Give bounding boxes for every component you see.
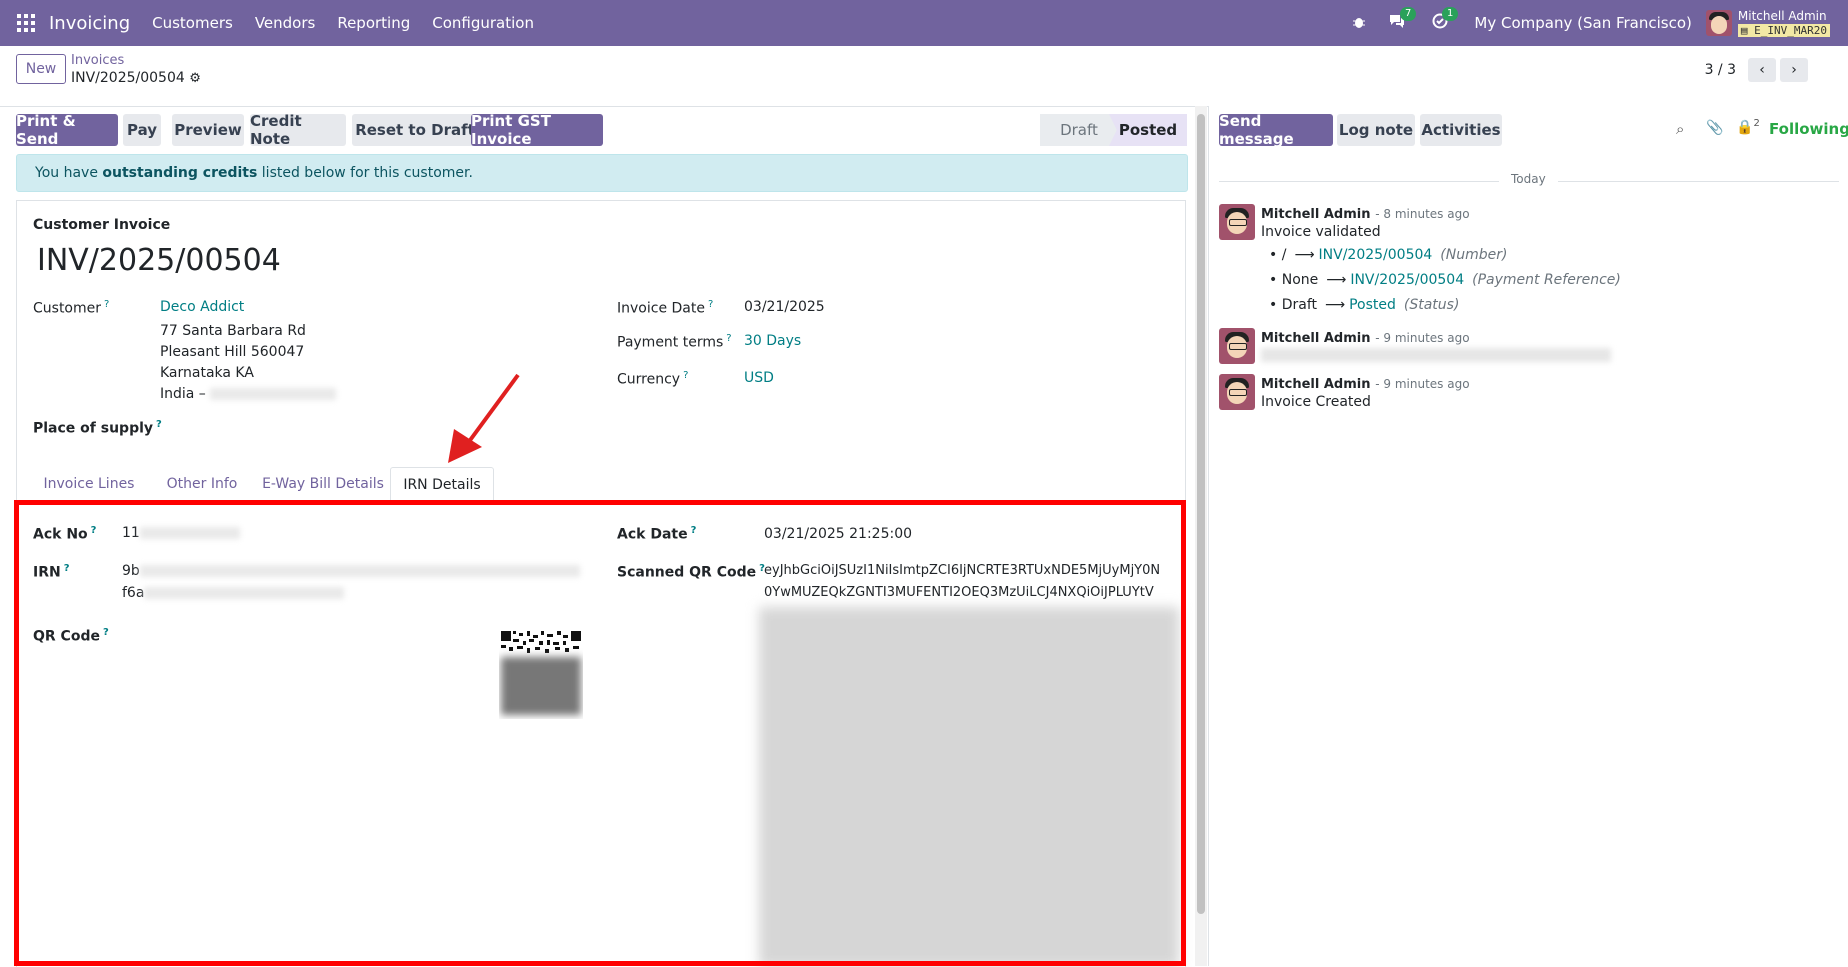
activities-icon[interactable]: 1 [1432,7,1459,33]
log-note-button[interactable]: Log note [1337,114,1415,146]
move-type-label: Customer Invoice [33,217,171,233]
message-body: Invoice validated [1261,224,1381,240]
message-author[interactable]: Mitchell Admin [1261,207,1370,222]
message-body: Invoice Created [1261,394,1371,410]
pager-previous-icon[interactable]: ‹ [1748,58,1776,82]
gear-icon[interactable]: ⚙ [189,71,201,86]
payment-terms-label: Payment terms? [617,333,732,351]
user-menu[interactable]: Mitchell Admin ▤ E_INV_MAR20 [1737,8,1830,38]
app-menu-icon[interactable] [17,14,35,32]
top-navbar: Invoicing Customers Vendors Reporting Co… [0,0,1848,46]
address-line-2: Pleasant Hill 560047 [160,344,305,360]
tracking-row: • Draft ⟶ Posted (Status) [1269,297,1460,313]
menu-configuration[interactable]: Configuration [432,14,534,32]
breadcrumb-invoices[interactable]: Invoices [71,53,124,68]
annotation-arrow-icon [448,373,520,463]
message-body-redacted [1261,348,1611,362]
message-author[interactable]: Mitchell Admin [1261,377,1370,392]
message-time: - 9 minutes ago [1375,377,1470,391]
currency-field[interactable]: USD [744,370,774,386]
pager-value[interactable]: 3 / 3 [1705,62,1736,78]
address-line-4: India – [160,386,337,402]
menu-vendors[interactable]: Vendors [255,14,316,32]
address-line-3: Karnataka KA [160,365,254,381]
message-time: - 9 minutes ago [1375,331,1470,345]
scrollbar-thumb[interactable] [1197,114,1205,914]
preview-button[interactable]: Preview [172,114,244,146]
tab-e-way-bill-details[interactable]: E-Way Bill Details [261,467,385,501]
credit-note-button[interactable]: Credit Note [250,112,346,148]
message-avatar[interactable] [1219,328,1255,364]
address-line-1: 77 Santa Barbara Rd [160,323,306,339]
company-switcher[interactable]: My Company (San Francisco) [1474,14,1691,32]
bug-icon[interactable] [1352,14,1366,33]
invoice-date-field[interactable]: 03/21/2025 [744,299,825,315]
irn-highlight-box [14,500,1186,966]
notebook-tabs: Invoice Lines Other Info E-Way Bill Deta… [17,467,1185,503]
print-gst-invoice-button[interactable]: Print GST Invoice [471,112,603,148]
payment-terms-field[interactable]: 30 Days [744,333,801,349]
message-avatar[interactable] [1219,374,1255,410]
form-statusbar: Print & Send Pay Preview Credit Note Res… [16,112,1188,148]
tab-other-info[interactable]: Other Info [161,467,243,501]
customer-label: Customer? [33,299,110,317]
user-avatar[interactable] [1705,10,1732,36]
pager: 3 / 3 ‹ › [1705,58,1808,82]
messages-count-badge: 7 [1400,7,1417,21]
pay-button[interactable]: Pay [123,114,161,146]
outstanding-credits-link[interactable]: outstanding credits [102,165,257,181]
tracking-row: • None ⟶ INV/2025/00504 (Payment Reference) [1269,272,1621,288]
stage-draft[interactable]: Draft [1040,114,1118,146]
activities-count-badge: 1 [1442,7,1459,21]
chatter-panel: Send message Log note Activities ⌕ 📎 🔒2 … [1208,106,1848,966]
message-author[interactable]: Mitchell Admin [1261,331,1370,346]
message-header: Mitchell Admin - 9 minutes ago [1261,328,1470,346]
place-of-supply-label: Place of supply? [33,419,162,437]
form-scrollbar[interactable] [1195,106,1207,966]
messages-icon[interactable]: 7 [1388,7,1417,33]
invoice-number: INV/2025/00504 [37,243,281,278]
menu-reporting[interactable]: Reporting [337,14,410,32]
control-panel: New Invoices INV/2025/00504 ⚙ 3 / 3 ‹ › [0,46,1848,107]
customer-field[interactable]: Deco Addict [160,299,244,315]
currency-label: Currency? [617,370,689,388]
followers-count: 2 [1753,118,1760,129]
app-name[interactable]: Invoicing [49,13,130,34]
new-button[interactable]: New [16,54,66,84]
day-separator: Today [1499,172,1558,186]
paperclip-icon[interactable]: 📎 [1706,120,1723,136]
menu-customers[interactable]: Customers [152,14,233,32]
search-icon[interactable]: ⌕ [1676,120,1684,138]
following-button[interactable]: Following [1769,120,1848,138]
breadcrumb-current: INV/2025/00504 ⚙ [71,70,201,86]
database-name: ▤ E_INV_MAR20 [1737,23,1830,37]
print-send-button[interactable]: Print & Send [16,112,118,148]
message-avatar[interactable] [1219,204,1255,240]
tab-irn-details[interactable]: IRN Details [390,467,494,503]
tracking-row: • / ⟶ INV/2025/00504 (Number) [1269,247,1508,263]
activities-button[interactable]: Activities [1420,114,1502,146]
message-header: Mitchell Admin - 8 minutes ago [1261,204,1470,222]
user-name: Mitchell Admin [1737,8,1827,23]
invoice-date-label: Invoice Date? [617,299,714,317]
send-message-button[interactable]: Send message [1219,112,1333,148]
reset-to-draft-button[interactable]: Reset to Draft [352,114,478,146]
tab-invoice-lines[interactable]: Invoice Lines [33,467,145,501]
message-time: - 8 minutes ago [1375,207,1470,221]
message-header: Mitchell Admin - 9 minutes ago [1261,374,1470,392]
followers-icon[interactable]: 🔒2 [1736,118,1760,136]
pager-next-icon[interactable]: › [1780,58,1808,82]
stage-posted[interactable]: Posted [1109,114,1187,146]
outstanding-credits-alert: You have outstanding credits listed belo… [16,154,1188,192]
